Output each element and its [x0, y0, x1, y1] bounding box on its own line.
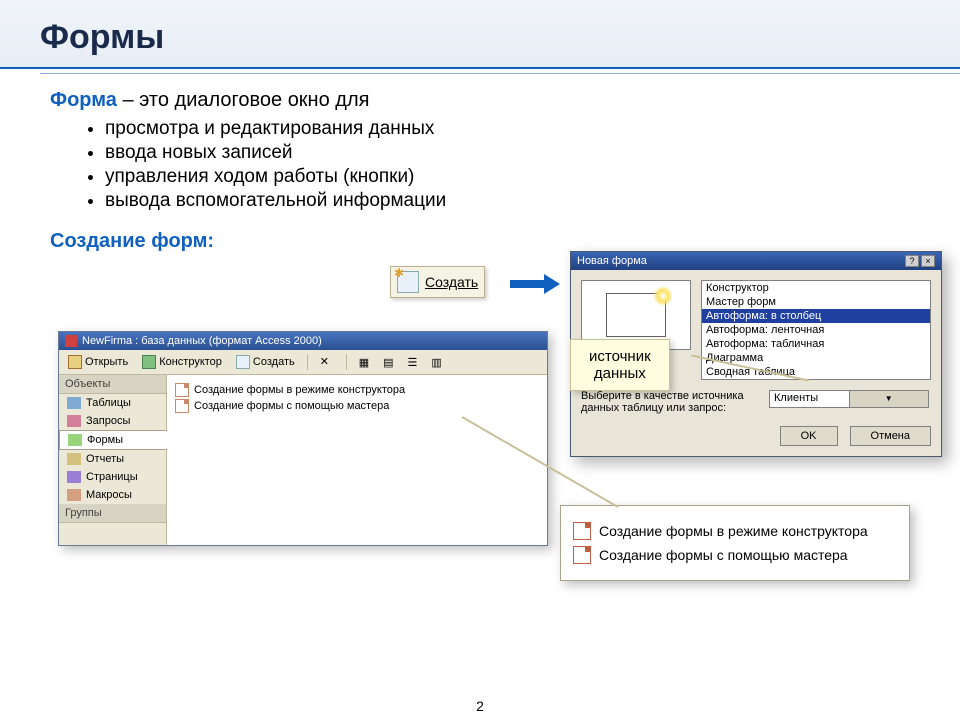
definition-rest: – это диалоговое окно для — [117, 89, 370, 111]
open-icon — [68, 355, 82, 369]
list-item[interactable]: Создание формы с помощью мастера — [175, 399, 539, 413]
create-button-label: Создать — [425, 274, 478, 290]
db-toolbar: Открыть Конструктор Создать ✕ ▦ ▤ ☰ ▥ — [59, 350, 547, 375]
list-item[interactable]: Мастер форм — [702, 295, 930, 309]
db-window: NewFirma : база данных (формат Access 20… — [58, 331, 548, 546]
source-label: Выберите в качестве источника данных таб… — [581, 390, 761, 414]
callout-line1: источник — [589, 348, 651, 365]
sidebar-item-pages[interactable]: Страницы — [59, 468, 166, 486]
slide-title: Формы — [40, 18, 920, 57]
form-icon — [68, 434, 82, 446]
callout-box: источник данных — [570, 339, 670, 391]
open-label: Открыть — [85, 356, 128, 368]
new-icon — [397, 271, 419, 293]
sidebar-item-queries[interactable]: Запросы — [59, 412, 166, 430]
sidebar-item-label: Макросы — [86, 489, 132, 501]
dialog-titlebar: Новая форма ? × — [571, 252, 941, 270]
db-sidebar: Объекты Таблицы Запросы Формы Отчеты Стр… — [59, 375, 167, 545]
db-main: Создание формы в режиме конструктора Соз… — [167, 375, 547, 545]
callout-line2: данных — [589, 365, 651, 382]
delete-icon: ✕ — [320, 355, 334, 369]
table-icon — [67, 397, 81, 409]
form-file-icon — [573, 546, 591, 564]
report-icon — [67, 453, 81, 465]
create-label: Создать — [253, 356, 295, 368]
cancel-button[interactable]: Отмена — [850, 426, 931, 446]
new-icon — [236, 355, 250, 369]
create-button-chip[interactable]: Создать — [390, 266, 485, 298]
sidebar-item-label: Отчеты — [86, 453, 124, 465]
create-button[interactable]: Создать — [231, 353, 300, 371]
query-icon — [67, 415, 81, 427]
form-file-icon — [175, 399, 189, 413]
bullet-item: вывода вспомогательной информации — [105, 190, 920, 212]
definition: Форма – это диалоговое окно для — [50, 89, 920, 112]
sidebar-item-label: Страницы — [86, 471, 138, 483]
bullet-item: ввода новых записей — [105, 142, 920, 164]
view-details[interactable]: ▥ — [426, 354, 446, 371]
dialog-title: Новая форма — [577, 255, 647, 267]
list-item[interactable]: Создание формы с помощью мастера — [573, 546, 897, 564]
app-icon — [65, 335, 77, 347]
grid-icon: ▤ — [383, 356, 393, 369]
view-small-icons[interactable]: ▤ — [378, 354, 398, 371]
chevron-down-icon[interactable]: ▼ — [849, 391, 929, 407]
list-item[interactable]: Создание формы в режиме конструктора — [573, 522, 897, 540]
db-title-text: NewFirma : база данных (формат Access 20… — [82, 335, 322, 347]
grid-icon: ▦ — [359, 356, 369, 369]
view-large-icons[interactable]: ▦ — [354, 354, 374, 371]
list-item-label: Создание формы с помощью мастера — [599, 547, 848, 563]
bullet-list: просмотра и редактирования данных ввода … — [105, 118, 920, 212]
list-item[interactable]: Конструктор — [702, 281, 930, 295]
list-item[interactable]: Автоформа: в столбец — [702, 309, 930, 323]
design-label: Конструктор — [159, 356, 222, 368]
db-titlebar: NewFirma : база данных (формат Access 20… — [59, 332, 547, 350]
help-icon[interactable]: ? — [905, 255, 919, 267]
form-file-icon — [573, 522, 591, 540]
ok-button[interactable]: OK — [780, 426, 838, 446]
source-value: Клиенты — [770, 391, 849, 407]
bullet-item: просмотра и редактирования данных — [105, 118, 920, 140]
list-item[interactable]: Сводная таблица — [702, 365, 930, 379]
page-icon — [67, 471, 81, 483]
macro-icon — [67, 489, 81, 501]
details-icon: ▥ — [431, 356, 441, 369]
source-select[interactable]: Клиенты ▼ — [769, 390, 929, 408]
zoom-panel: Создание формы в режиме конструктора Соз… — [560, 505, 910, 581]
bullet-item: управления ходом работы (кнопки) — [105, 166, 920, 188]
sidebar-item-macros[interactable]: Макросы — [59, 486, 166, 504]
list-item[interactable]: Диаграмма — [702, 351, 930, 365]
arrow-icon — [510, 275, 560, 293]
sidebar-header: Объекты — [59, 375, 166, 394]
list-item[interactable]: Автоформа: ленточная — [702, 323, 930, 337]
sidebar-item-reports[interactable]: Отчеты — [59, 450, 166, 468]
open-button[interactable]: Открыть — [63, 353, 133, 371]
ruler-icon — [142, 355, 156, 369]
sidebar-item-tables[interactable]: Таблицы — [59, 394, 166, 412]
list-item-label: Создание формы в режиме конструктора — [194, 384, 405, 396]
design-button[interactable]: Конструктор — [137, 353, 227, 371]
sidebar-item-label: Таблицы — [86, 397, 131, 409]
close-icon[interactable]: × — [921, 255, 935, 267]
sidebar-item-forms[interactable]: Формы — [59, 430, 167, 450]
definition-keyword: Форма — [50, 89, 117, 111]
view-list[interactable]: ☰ — [403, 354, 423, 371]
form-file-icon — [175, 383, 189, 397]
list-item-label: Создание формы с помощью мастера — [194, 400, 389, 412]
page-number: 2 — [476, 698, 484, 714]
sidebar-footer: Группы — [59, 504, 166, 523]
subtitle: Создание форм: — [50, 230, 920, 253]
sidebar-item-label: Запросы — [86, 415, 130, 427]
list-icon: ☰ — [408, 356, 418, 369]
list-item-label: Создание формы в режиме конструктора — [599, 523, 868, 539]
list-item[interactable]: Создание формы в режиме конструктора — [175, 383, 539, 397]
sidebar-item-label: Формы — [87, 434, 123, 446]
list-item[interactable]: Автоформа: табличная — [702, 337, 930, 351]
delete-button[interactable]: ✕ — [315, 353, 339, 371]
